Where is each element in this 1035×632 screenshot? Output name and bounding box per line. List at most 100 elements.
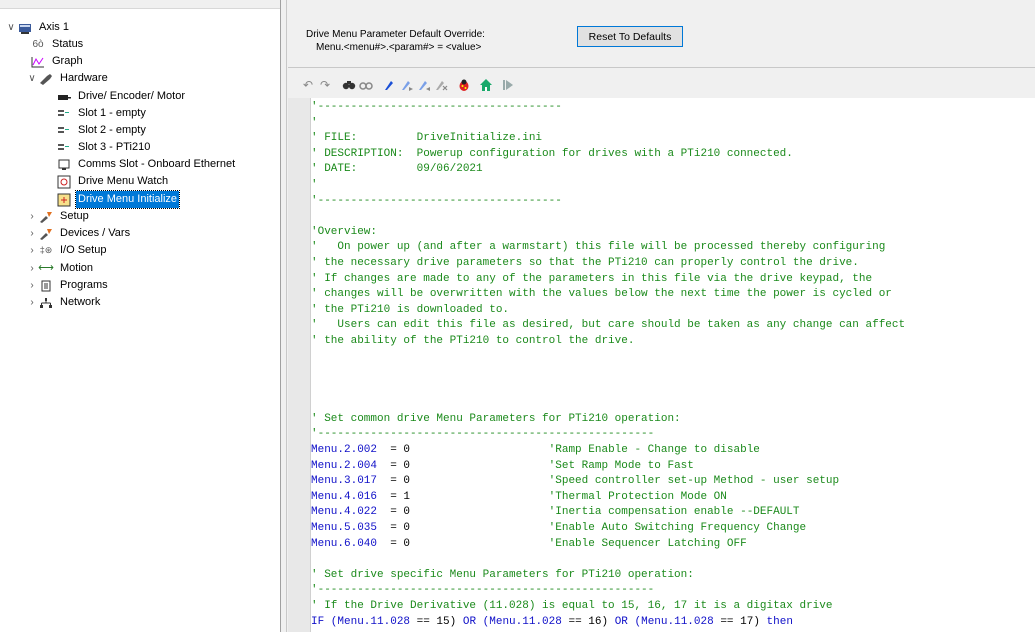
code-line[interactable] — [311, 552, 1035, 568]
code-line[interactable]: Menu.6.040 = 0 'Enable Sequencer Latchin… — [311, 537, 1035, 553]
code-token: ' If changes are made to any of the para… — [311, 272, 873, 285]
code-line[interactable]: Menu.4.022 = 0 'Inertia compensation ena… — [311, 505, 1035, 521]
tree-item-drive-encoder-motor[interactable]: Drive/ Encoder/ Motor — [52, 88, 187, 105]
code-line[interactable]: ' — [311, 116, 1035, 132]
code-line[interactable]: '------------------------------------- — [311, 194, 1035, 210]
code-line[interactable]: ' On power up (and after a warmstart) th… — [311, 240, 1035, 256]
code-line[interactable]: Menu.5.035 = 0 'Enable Auto Switching Fr… — [311, 521, 1035, 537]
tree-item-label: Drive Menu Watch — [78, 175, 169, 187]
code-line[interactable] — [311, 396, 1035, 412]
expander-icon[interactable]: › — [26, 225, 38, 242]
tree-top-bar — [0, 0, 280, 9]
code-line[interactable]: ' Users can edit this file as desired, b… — [311, 318, 1035, 334]
redo-icon[interactable]: ↷ — [317, 78, 333, 92]
override-header: Drive Menu Parameter Default Override: M… — [288, 0, 1035, 68]
tree-item-label: Drive Menu Initialize — [74, 190, 181, 209]
tree-item-devices-vars[interactable]: › Devices / Vars — [26, 225, 132, 242]
tree-item-hardware[interactable]: ∨ Hardware — [26, 70, 110, 87]
tree-item-slot-1-empty[interactable]: Slot 1 - empty — [52, 105, 148, 122]
find-replace-icon[interactable] — [358, 78, 374, 92]
code-token: 'Ramp Enable - Change to disable — [548, 444, 760, 457]
panel-splitter[interactable] — [281, 0, 287, 632]
code-line[interactable]: '---------------------------------------… — [311, 583, 1035, 599]
tree-item-i-o-setup[interactable]: › ‡⊛ I/O Setup — [26, 242, 108, 259]
graph-icon — [30, 55, 46, 69]
code-line[interactable]: ' changes will be overwritten with the v… — [311, 287, 1035, 303]
expander-icon[interactable]: › — [26, 260, 38, 277]
bookmark-next-icon[interactable] — [399, 78, 415, 92]
tree-item-setup[interactable]: › Setup — [26, 208, 91, 225]
tree-item-slot-2-empty[interactable]: Slot 2 - empty — [52, 122, 148, 139]
home-icon[interactable] — [478, 78, 494, 92]
code-line[interactable]: ' the PTi210 is downloaded to. — [311, 303, 1035, 319]
code-line[interactable]: Menu.3.017 = 0 'Speed controller set-up … — [311, 474, 1035, 490]
code-line[interactable]: IF (Menu.11.028 == 15) OR (Menu.11.028 =… — [311, 615, 1035, 631]
code-line[interactable]: 'Overview: — [311, 225, 1035, 241]
tree-item-comms-slot-onboard-ethernet[interactable]: Comms Slot - Onboard Ethernet — [52, 156, 237, 173]
code-line[interactable] — [311, 381, 1035, 397]
tree-item-drive-menu-watch[interactable]: Drive Menu Watch — [52, 173, 170, 190]
tree-item-graph[interactable]: Graph — [26, 53, 85, 70]
tree-item-label: Devices / Vars — [60, 227, 131, 239]
code-line[interactable]: Menu.2.002 = 0 'Ramp Enable - Change to … — [311, 443, 1035, 459]
code-line[interactable]: ' FILE: DriveInitialize.ini — [311, 131, 1035, 147]
tree-item-slot-3-pti210[interactable]: Slot 3 - PTi210 — [52, 139, 152, 156]
tree-item-programs[interactable]: › Programs — [26, 277, 110, 294]
code-line[interactable]: ' Set common drive Menu Parameters for P… — [311, 412, 1035, 428]
tree-item-network[interactable]: › Network — [26, 294, 102, 311]
menu-watch-icon — [56, 175, 72, 189]
code-line[interactable]: ' DESCRIPTION: Powerup configuration for… — [311, 147, 1035, 163]
expander-icon[interactable]: › — [26, 294, 38, 311]
find-icon[interactable] — [341, 78, 357, 92]
expander-icon[interactable]: › — [26, 208, 38, 225]
tree-item-label: I/O Setup — [60, 244, 107, 256]
code-token: IF ( — [311, 615, 338, 628]
code-line[interactable]: ' — [311, 178, 1035, 194]
code-line[interactable]: '------------------------------------- — [311, 100, 1035, 116]
code-line[interactable]: '---------------------------------------… — [311, 427, 1035, 443]
code-token: Menu.2.002 — [311, 444, 378, 457]
bookmark-prev-icon[interactable] — [416, 78, 432, 92]
tree-item-motion[interactable]: › ⟷ Motion — [26, 260, 95, 277]
project-tree[interactable]: ∨ Axis 1 6ò Status Graph ∨ Hardware Drive/ Enco… — [0, 0, 281, 632]
ethernet-icon — [56, 158, 72, 172]
code-token: 'Enable Sequencer Latching OFF — [548, 537, 747, 550]
expander-icon[interactable]: › — [26, 242, 38, 259]
code-line[interactable]: ' Set drive specific Menu Parameters for… — [311, 568, 1035, 584]
bookmark-icon[interactable] — [382, 78, 398, 92]
code-line[interactable]: Menu.4.016 = 1 'Thermal Protection Mode … — [311, 490, 1035, 506]
tree-item-label: Graph — [52, 55, 83, 67]
code-area[interactable]: '------------------------------------- ' '… — [311, 100, 1035, 630]
code-token: then — [766, 615, 793, 628]
editor-toolbar: ↶ ↷ — [288, 70, 1035, 98]
reset-to-defaults-button[interactable]: Reset To Defaults — [577, 26, 683, 47]
code-line[interactable] — [311, 365, 1035, 381]
code-line[interactable]: Menu.2.004 = 0 'Set Ramp Mode to Fast — [311, 459, 1035, 475]
expander-icon[interactable]: › — [26, 277, 38, 294]
expander-icon[interactable]: ∨ — [26, 70, 38, 87]
tree-item-status[interactable]: 6ò Status — [26, 36, 85, 53]
code-token: 'Speed controller set-up Method - user s… — [548, 475, 840, 488]
tree-item-drive-menu-initialize[interactable]: Drive Menu Initialize — [52, 190, 181, 209]
menu-init-icon — [56, 193, 72, 207]
slot-icon — [56, 141, 72, 155]
code-token: 'Overview: — [311, 225, 378, 238]
bookmark-clear-icon[interactable] — [433, 78, 449, 92]
code-token: = 0 — [377, 459, 549, 472]
code-token: ' changes will be overwritten with the v… — [311, 288, 892, 301]
tree-item-axis-1[interactable]: ∨ Axis 1 — [5, 19, 71, 36]
code-line[interactable]: ' DATE: 09/06/2021 — [311, 162, 1035, 178]
code-editor[interactable]: '------------------------------------- ' '… — [288, 98, 1035, 632]
code-line[interactable]: ' If changes are made to any of the para… — [311, 272, 1035, 288]
code-line[interactable]: ' the necessary drive parameters so that… — [311, 256, 1035, 272]
code-line[interactable]: ' If the Drive Derivative (11.028) is eq… — [311, 599, 1035, 615]
code-line[interactable]: ' the ability of the PTi210 to control t… — [311, 334, 1035, 350]
tree-item-label: Slot 3 - PTi210 — [78, 141, 151, 153]
debug-icon[interactable] — [456, 78, 472, 92]
code-line[interactable] — [311, 209, 1035, 225]
expander-icon[interactable]: ∨ — [5, 19, 17, 36]
code-line[interactable] — [311, 350, 1035, 366]
undo-icon[interactable]: ↶ — [300, 78, 316, 92]
run-icon[interactable] — [500, 78, 516, 92]
code-token: Menu.6.040 — [311, 537, 378, 550]
